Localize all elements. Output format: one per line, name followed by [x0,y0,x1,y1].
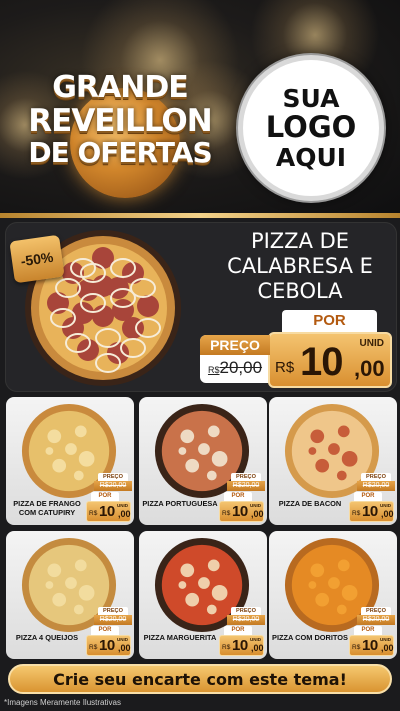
product-price-integer: 10 [362,637,378,654]
product-card[interactable]: PIZZA DE FRANGO COM CATUPIRY PREÇO R$20,… [6,397,134,525]
promo-title-line-2: REVEILLON [28,103,212,139]
product-card[interactable]: PIZZA 4 QUEIJOS PREÇO R$20,00 POR R$ 10 … [6,531,134,659]
product-currency: R$ [222,644,231,651]
product-price-decimal: ,00 [118,509,131,519]
product-price-decimal: ,00 [381,509,394,519]
product-preco-label: PREÇO [98,607,128,615]
product-price-integer: 10 [232,503,248,520]
product-currency: R$ [222,510,231,517]
product-old-price: R$20,00 [94,615,132,625]
product-old-price: R$20,00 [227,615,265,625]
product-price-decimal: ,00 [381,643,394,653]
featured-old-price: R$20,00 [203,358,267,378]
featured-currency: R$ [275,359,295,376]
product-preco-label: PREÇO [231,607,261,615]
product-currency: R$ [352,644,361,651]
promo-title-line-1: GRANDE [52,70,188,105]
product-currency: R$ [89,644,98,651]
product-por-label: POR [354,492,382,501]
product-price-tag: R$ 10 ,00 UNID [219,635,264,656]
product-preco-label: PREÇO [361,473,391,481]
product-preco-label: PREÇO [98,473,128,481]
product-card[interactable]: PIZZA MARGUERITA PREÇO R$20,00 POR R$ 10… [139,531,267,659]
product-price-tag: R$ 10 ,00 UNID [86,501,131,522]
product-card[interactable]: PIZZA COM DORITOS PREÇO R$20,00 POR R$ 1… [269,531,397,659]
product-card[interactable]: PIZZA PORTUGUESA PREÇO R$20,00 POR R$ 10… [139,397,267,525]
product-price-tag: R$ 10 ,00 UNID [86,635,131,656]
promo-title-line-3: DE OFERTAS [28,136,212,169]
product-unit-label: UNID [380,637,391,642]
product-name: PIZZA 4 QUEIJOS [15,633,79,642]
featured-price-integer: 10 [300,340,343,384]
product-old-price: R$20,00 [357,481,395,491]
product-unit-label: UNID [117,637,128,642]
product-price-decimal: ,00 [251,509,264,519]
product-name: PIZZA PORTUGUESA [142,499,218,508]
product-unit-label: UNID [250,637,261,642]
logo-text-line-3: AQUI [275,142,347,172]
logo-placeholder[interactable]: SUA LOGO AQUI [238,55,384,201]
image-disclaimer: *Imagens Meramente Ilustrativas [4,698,121,707]
product-name: PIZZA DE BACON [278,499,342,508]
product-por-label: POR [354,626,382,635]
logo-text-line-2: LOGO [265,110,357,145]
logo-text-line-1: SUA [282,84,340,114]
featured-product-title: PIZZA DE CALABRESA E CEBOLA [227,229,373,304]
featured-preco-label: PREÇO [200,335,270,355]
product-preco-label: PREÇO [361,607,391,615]
product-price-tag: R$ 10 ,00 UNID [349,501,394,522]
featured-price-decimal: ,00 [354,356,385,381]
product-price-integer: 10 [99,637,115,654]
gold-divider [0,213,400,218]
featured-old-value: 20,00 [219,358,263,377]
featured-price-tag: UNID R$ 10 ,00 [268,332,392,388]
product-por-label: POR [91,492,119,501]
product-name: PIZZA MARGUERITA [143,633,217,642]
featured-por-label: POR [282,310,377,332]
product-name: PIZZA COM DORITOS [272,633,348,642]
product-price-tag: R$ 10 ,00 UNID [349,635,394,656]
product-currency: R$ [352,510,361,517]
featured-unit-label: UNID [359,338,384,349]
product-unit-label: UNID [117,503,128,508]
header-banner: GRANDE REVEILLON DE OFERTAS SUA LOGO AQU… [0,0,400,215]
product-price-integer: 10 [232,637,248,654]
product-price-decimal: ,00 [118,643,131,653]
product-old-price: R$20,00 [227,481,265,491]
discount-badge: -50% [9,234,65,284]
product-old-price: R$20,00 [357,615,395,625]
promo-title-badge: GRANDE REVEILLON DE OFERTAS [20,48,220,198]
product-price-decimal: ,00 [251,643,264,653]
product-por-label: POR [224,492,252,501]
create-flyer-button[interactable]: Crie seu encarte com este tema! [8,664,392,694]
product-unit-label: UNID [380,503,391,508]
product-price-integer: 10 [99,503,115,520]
product-old-price: R$20,00 [94,481,132,491]
product-por-label: POR [91,626,119,635]
product-preco-label: PREÇO [231,473,261,481]
product-name: PIZZA DE FRANGO COM CATUPIRY [13,499,81,517]
product-card[interactable]: PIZZA DE BACON PREÇO R$20,00 POR R$ 10 ,… [269,397,397,525]
product-por-label: POR [224,626,252,635]
product-price-tag: R$ 10 ,00 UNID [219,501,264,522]
create-flyer-button-label: Crie seu encarte com este tema! [53,669,347,689]
product-price-integer: 10 [362,503,378,520]
featured-old-currency: R$ [207,365,220,375]
product-unit-label: UNID [250,503,261,508]
product-currency: R$ [89,510,98,517]
